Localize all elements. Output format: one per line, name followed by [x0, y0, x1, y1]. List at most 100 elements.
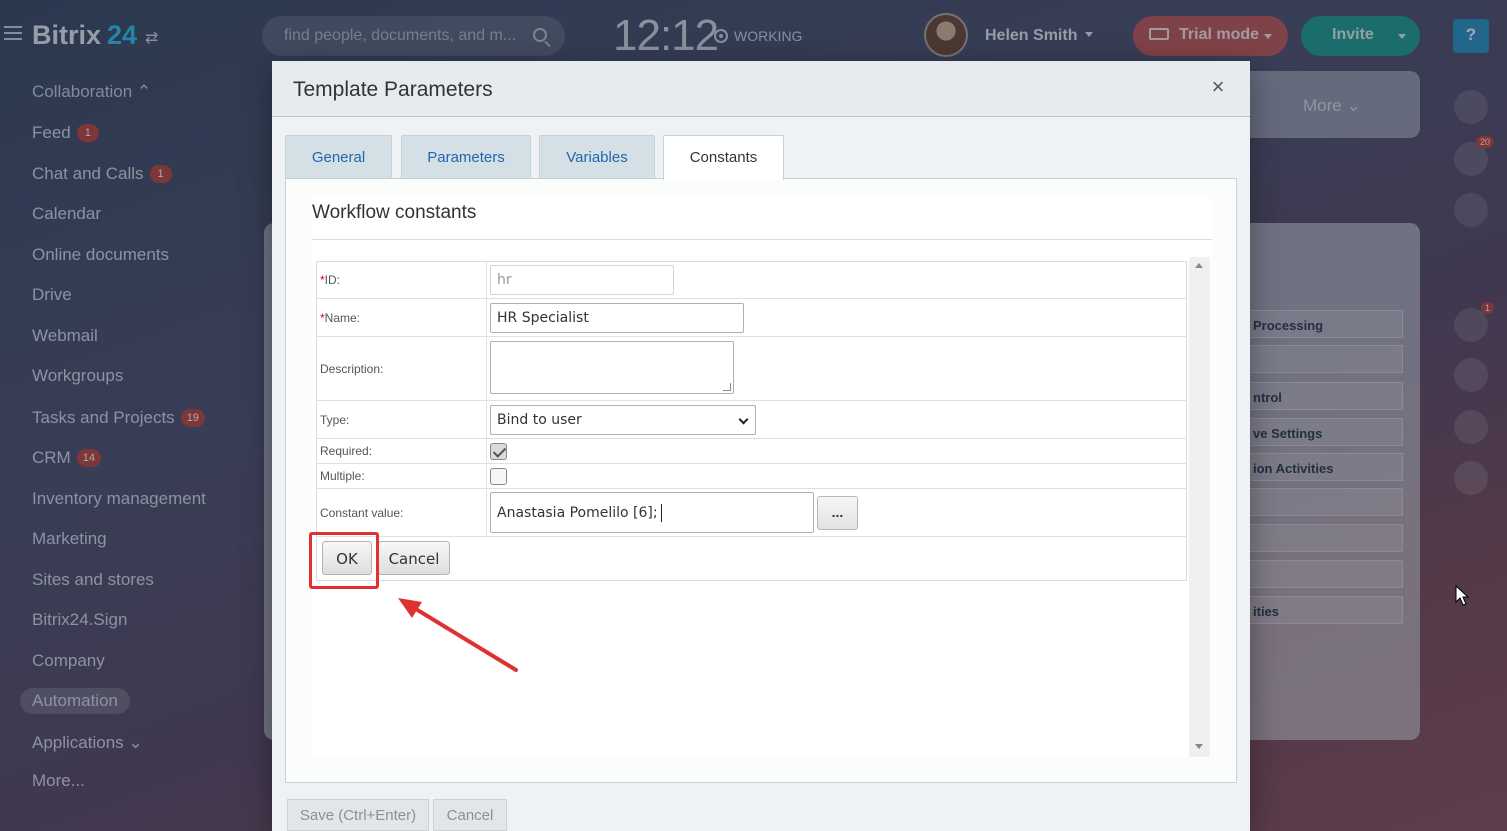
avatar[interactable] [1454, 410, 1488, 444]
sidebar-item-applications[interactable]: Applications ⌄ [32, 733, 143, 753]
search-icon[interactable] [1454, 250, 1488, 284]
scroll-up-icon[interactable] [1195, 263, 1203, 268]
sidebar-item-bitrix24-sign[interactable]: Bitrix24.Sign [32, 610, 127, 630]
form-row-id: *ID: hr [317, 262, 1186, 299]
constant-value-text: Anastasia Pomelilo [6]; [497, 504, 658, 521]
sidebar-item-webmail[interactable]: Webmail [32, 326, 98, 346]
tab-constants[interactable]: Constants [663, 135, 784, 180]
logo-settings-icon[interactable]: ⇄ [145, 28, 158, 48]
dialog-title: Template Parameters [293, 78, 493, 101]
avatar[interactable]: 1 [1454, 302, 1494, 342]
counter-badge: 1 [149, 165, 172, 183]
invite-label: Invite [1332, 26, 1374, 43]
tab-parameters[interactable]: Parameters [401, 135, 531, 179]
sidebar-item-crm[interactable]: CRM 14 [32, 448, 101, 468]
type-selected-value: Bind to user [497, 412, 582, 428]
search-input[interactable]: find people, documents, and m... [262, 16, 565, 56]
constant-value-field[interactable]: Anastasia Pomelilo [6]; [490, 492, 814, 533]
sidebar-item-chat-and-calls[interactable]: Chat and Calls 1 [32, 164, 172, 184]
footer-cancel-button[interactable]: Cancel [433, 799, 507, 831]
form-row-type: Type: Bind to user [317, 401, 1186, 439]
chat-icon[interactable] [1454, 193, 1488, 227]
sidebar-item-feed[interactable]: Feed 1 [32, 123, 99, 143]
avatar[interactable] [1454, 461, 1488, 495]
type-select[interactable]: Bind to user [490, 405, 756, 435]
sidebar-item-more[interactable]: More... [32, 771, 85, 791]
id-label: ID: [324, 273, 341, 287]
background-row[interactable] [1240, 560, 1403, 588]
background-row[interactable]: ntrol [1240, 382, 1403, 410]
sidebar-item-label: CRM [32, 448, 71, 467]
tab-general[interactable]: General [285, 135, 392, 179]
multiple-checkbox[interactable] [490, 468, 507, 485]
invite-button[interactable]: Invite [1301, 16, 1420, 56]
field-label: Description: [317, 337, 487, 400]
background-row[interactable]: ion Activities [1240, 453, 1403, 481]
search-icon[interactable] [533, 28, 547, 42]
sidebar-item-marketing[interactable]: Marketing [32, 529, 107, 549]
description-label: Description: [320, 361, 384, 376]
counter-badge: 1 [76, 124, 99, 142]
sidebar-item-inventory-management[interactable]: Inventory management [32, 489, 206, 509]
chevron-down-icon [738, 414, 749, 425]
constant-form: *ID: hr *Name: HR Specialist Description… [316, 261, 1187, 581]
sidebar-item-drive[interactable]: Drive [32, 285, 72, 305]
menu-icon[interactable] [4, 26, 22, 40]
logo-number: 24 [107, 20, 138, 50]
background-row[interactable] [1240, 524, 1403, 552]
user-menu[interactable]: Helen Smith [985, 27, 1094, 45]
sidebar-item-workgroups[interactable]: Workgroups [32, 366, 123, 386]
field-label: Type: [317, 401, 487, 438]
help-button[interactable]: ? [1453, 19, 1489, 53]
background-row[interactable] [1240, 345, 1403, 373]
cancel-button[interactable]: Cancel [378, 541, 450, 575]
name-label: Name: [324, 310, 361, 325]
sidebar-item-online-documents[interactable]: Online documents [32, 245, 169, 265]
close-icon[interactable]: × [1208, 76, 1228, 98]
sidebar-item-company[interactable]: Company [32, 651, 105, 671]
ok-highlight-annotation [309, 532, 379, 589]
form-row-description: Description: [317, 337, 1186, 401]
select-user-button[interactable]: ... [817, 496, 858, 530]
sidebar-item-label: Chat and Calls [32, 164, 144, 183]
save-button[interactable]: Save (Ctrl+Enter) [287, 799, 429, 831]
trial-mode-button[interactable]: Trial mode [1133, 16, 1288, 56]
sidebar-group-title[interactable]: Collaboration ⌃ [32, 82, 151, 102]
chevron-down-icon [1264, 34, 1272, 39]
logo[interactable]: Bitrix 24 [32, 20, 137, 51]
type-label: Type: [320, 412, 350, 427]
pointer-arrow-annotation [398, 598, 518, 672]
working-status[interactable]: WORKING [714, 28, 802, 44]
sidebar-item-tasks-and-projects[interactable]: Tasks and Projects 19 [32, 408, 205, 428]
record-icon [714, 29, 728, 43]
counter-badge: 19 [180, 409, 205, 427]
field-label: Multiple: [317, 464, 487, 488]
background-row[interactable]: ities [1240, 596, 1403, 624]
resize-handle-icon[interactable] [723, 383, 731, 391]
form-row-name: *Name: HR Specialist [317, 299, 1186, 337]
multiple-label: Multiple: [320, 469, 365, 483]
sidebar-item-automation[interactable]: Automation [20, 688, 130, 714]
sidebar-item-sites-and-stores[interactable]: Sites and stores [32, 570, 154, 590]
clock: 12:12 [613, 11, 719, 60]
constant-value-label: Constant value: [320, 505, 404, 520]
more-button[interactable]: More ⌄ [1303, 96, 1361, 116]
counter-badge: 14 [76, 449, 101, 467]
tab-variables[interactable]: Variables [539, 135, 655, 179]
battery-icon [1149, 28, 1169, 40]
pulse-icon[interactable] [1454, 90, 1488, 124]
background-row[interactable]: Processing [1240, 310, 1403, 338]
counter-badge: 1 [1480, 302, 1494, 314]
name-field[interactable]: HR Specialist [490, 303, 744, 333]
background-row[interactable]: ve Settings [1240, 418, 1403, 446]
scroll-down-icon[interactable] [1195, 744, 1203, 749]
background-row[interactable] [1240, 488, 1403, 516]
id-field[interactable]: hr [490, 265, 674, 295]
group-chat-icon[interactable] [1454, 358, 1488, 392]
sidebar-item-calendar[interactable]: Calendar [32, 204, 101, 224]
scrollbar[interactable] [1189, 257, 1210, 757]
description-textarea[interactable] [490, 341, 734, 394]
bell-icon[interactable]: 20 [1454, 136, 1494, 176]
required-checkbox[interactable] [490, 443, 507, 460]
avatar[interactable] [924, 13, 968, 57]
